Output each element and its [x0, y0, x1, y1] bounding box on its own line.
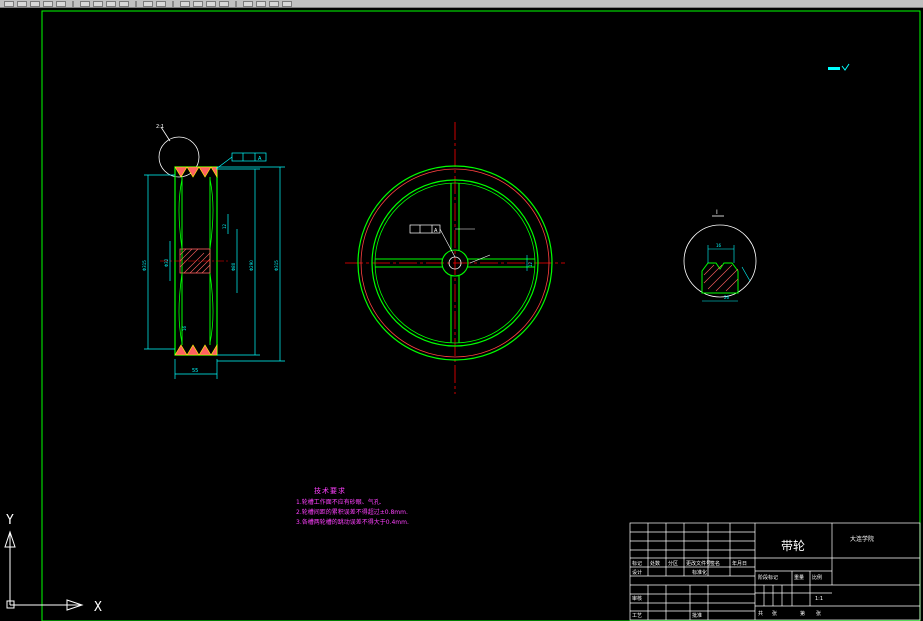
tech-requirements-title: 技术要求: [314, 487, 346, 495]
zoom-icon[interactable]: [193, 0, 203, 7]
datum-frame-front: A: [409, 224, 475, 258]
new-icon[interactable]: [4, 0, 14, 7]
dimensions-section: [144, 166, 285, 379]
svg-text:Φ80: Φ80: [231, 262, 236, 271]
standard-toolbar: [0, 0, 923, 8]
svg-text:16: 16: [182, 325, 187, 331]
svg-text:A: A: [434, 228, 438, 234]
svg-text:设计: 设计: [632, 569, 642, 576]
svg-text:16: 16: [716, 243, 722, 248]
svg-text:标准化: 标准化: [692, 569, 707, 576]
properties-icon[interactable]: [243, 0, 253, 7]
drawing-canvas[interactable]: 2:1 55 Φ315 Φ32 Φ80 Φ290 Φ315 12 16 A A …: [0, 9, 923, 621]
svg-text:第: 第: [800, 610, 805, 617]
svg-text:签名: 签名: [710, 560, 720, 567]
svg-text:Φ32: Φ32: [164, 258, 169, 267]
svg-text:55: 55: [192, 368, 198, 374]
svg-text:A: A: [258, 156, 262, 162]
save-icon[interactable]: [30, 0, 40, 7]
pan-icon[interactable]: [180, 0, 190, 7]
svg-text:共: 共: [758, 610, 763, 617]
section-view[interactable]: 2:1 55 Φ315 Φ32 Φ80 Φ290 Φ315 12 16 A: [142, 124, 285, 379]
tech-requirement-2: 2.轮槽间距的累积误差不得超过±0.8mm.: [296, 509, 408, 516]
svg-text:张: 张: [816, 610, 821, 617]
tech-requirement-1: 1.轮槽工作面不应有砂眼、气孔.: [296, 499, 382, 506]
redo-icon[interactable]: [156, 0, 166, 7]
school-name: 大连学院: [850, 535, 874, 543]
svg-text:Φ315: Φ315: [142, 260, 147, 271]
copy-icon[interactable]: [93, 0, 103, 7]
svg-text:Φ290: Φ290: [249, 260, 254, 271]
svg-text:标记: 标记: [632, 560, 642, 567]
design-center-icon[interactable]: [256, 0, 266, 7]
toolbar-separator: [172, 0, 174, 7]
toolbar-separator: [235, 0, 237, 7]
svg-text:处数: 处数: [650, 560, 660, 567]
ucs-y-label: Y: [6, 513, 14, 528]
detail-view-circle: [683, 224, 757, 298]
svg-text:批准: 批准: [692, 612, 702, 619]
paste-icon[interactable]: [106, 0, 116, 7]
svg-text:年月日: 年月日: [732, 560, 747, 567]
svg-text:12: 12: [528, 261, 533, 267]
front-view[interactable]: A 12: [345, 122, 565, 394]
svg-text:分区: 分区: [668, 560, 678, 567]
detail-profile: [701, 262, 739, 294]
grooves-bottom: [174, 343, 218, 356]
ucs-icon: [4, 530, 84, 611]
toolbar-separator: [135, 0, 137, 7]
tool-palette-icon[interactable]: [269, 0, 279, 7]
svg-text:比例: 比例: [812, 574, 822, 581]
svg-text:审核: 审核: [632, 595, 642, 602]
part-name: 带轮: [781, 539, 805, 553]
print-icon[interactable]: [43, 0, 53, 7]
tolerance-frame-section: A: [215, 152, 267, 170]
drawing-svg[interactable]: 2:1 55 Φ315 Φ32 Φ80 Φ290 Φ315 12 16 A A …: [0, 9, 923, 621]
svg-text:张: 张: [772, 610, 777, 617]
title-block[interactable]: [629, 522, 921, 621]
zoom-previous-icon[interactable]: [219, 0, 229, 7]
tech-requirement-3: 3.各槽两轮槽的跳动误差不得大于0.4mm.: [296, 519, 409, 526]
svg-text:阶段标记: 阶段标记: [758, 574, 778, 581]
detail-view[interactable]: Ⅰ 16 26: [683, 209, 757, 302]
svg-text:更改文件号: 更改文件号: [686, 560, 711, 567]
drawing-frame: [41, 10, 921, 621]
help-icon[interactable]: [282, 0, 292, 7]
detail-view-label: Ⅰ: [716, 209, 718, 216]
match-icon[interactable]: [119, 0, 129, 7]
svg-text:26: 26: [724, 295, 730, 300]
svg-text:Φ315: Φ315: [274, 260, 279, 271]
svg-text:重量: 重量: [794, 574, 804, 581]
svg-text:工艺: 工艺: [632, 613, 642, 619]
grooves-top: [174, 166, 218, 179]
ucs-x-label: X: [94, 600, 102, 615]
preview-icon[interactable]: [56, 0, 66, 7]
zoom-window-icon[interactable]: [206, 0, 216, 7]
roughness-symbol: [828, 63, 850, 71]
title-block-text: 带轮 大连学院 标记 处数 分区 更改文件号 签名 年月日 设计 标准化 阶段标…: [632, 535, 874, 619]
open-icon[interactable]: [17, 0, 27, 7]
toolbar-separator: [72, 0, 74, 7]
detail-label: 2:1: [156, 124, 164, 130]
svg-text:1:1: 1:1: [815, 596, 823, 602]
cut-icon[interactable]: [80, 0, 90, 7]
undo-icon[interactable]: [143, 0, 153, 7]
svg-text:12: 12: [222, 223, 227, 229]
